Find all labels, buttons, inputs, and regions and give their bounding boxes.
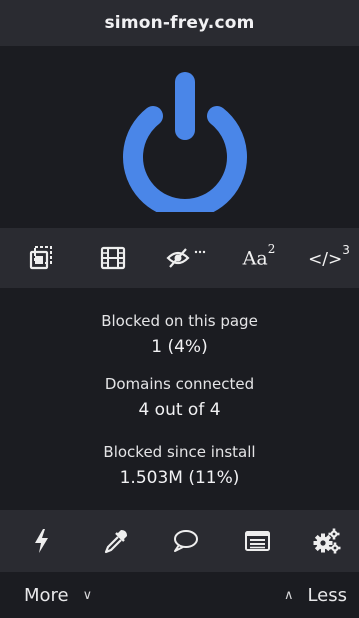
more-button[interactable]: More ∨ bbox=[24, 572, 92, 618]
javascript-code-icon: </>3 bbox=[308, 242, 350, 270]
per-site-toolbar: Aa2 </>3 bbox=[0, 228, 359, 288]
tools-bar bbox=[0, 510, 359, 572]
site-domain: simon-frey.com bbox=[104, 13, 255, 33]
media-film-icon bbox=[100, 246, 126, 270]
lightning-icon bbox=[35, 529, 48, 553]
less-button[interactable]: ∧ Less bbox=[284, 572, 347, 618]
cosmetic-filter-toggle[interactable] bbox=[158, 228, 218, 288]
logger-list-icon bbox=[245, 531, 270, 551]
site-domain-header: simon-frey.com bbox=[0, 0, 359, 46]
settings-gears-icon bbox=[313, 528, 341, 554]
popup-blocker-toggle[interactable] bbox=[11, 228, 71, 288]
speech-bubble-icon bbox=[174, 530, 198, 552]
power-icon bbox=[123, 72, 247, 219]
blocked-install-label: Blocked since install bbox=[103, 443, 256, 461]
logger-button[interactable] bbox=[227, 510, 287, 572]
popup-blocker-icon bbox=[29, 246, 52, 270]
chevron-down-icon: ∨ bbox=[82, 587, 93, 603]
blocked-page-label: Blocked on this page bbox=[101, 312, 258, 330]
footer-bar: More ∨ ∧ Less bbox=[0, 572, 359, 618]
report-issue-button[interactable] bbox=[155, 510, 215, 572]
javascript-toggle[interactable]: </>3 bbox=[299, 228, 359, 288]
blocked-install-value: 1.503M (11%) bbox=[119, 468, 240, 488]
eyedropper-icon bbox=[104, 530, 127, 554]
ublock-popup-panel: simon-frey.com Aa2 </>3 Blocked on this … bbox=[0, 0, 359, 618]
stats-section: Blocked on this page 1 (4%) Domains conn… bbox=[0, 288, 359, 510]
media-blocker-toggle[interactable] bbox=[83, 228, 143, 288]
cosmetic-filter-eye-icon bbox=[166, 248, 206, 268]
domains-connected-label: Domains connected bbox=[104, 375, 255, 393]
power-button[interactable] bbox=[111, 64, 259, 219]
element-picker-button[interactable] bbox=[86, 510, 146, 572]
more-label: More bbox=[24, 584, 69, 606]
power-area bbox=[0, 46, 359, 228]
remote-fonts-icon: Aa2 bbox=[242, 242, 276, 270]
zapper-button[interactable] bbox=[12, 510, 72, 572]
less-label: Less bbox=[307, 584, 347, 606]
domains-connected-value: 4 out of 4 bbox=[138, 400, 221, 420]
chevron-up-icon: ∧ bbox=[283, 587, 294, 603]
blocked-page-value: 1 (4%) bbox=[151, 337, 208, 357]
dashboard-settings-button[interactable] bbox=[297, 510, 357, 572]
remote-fonts-toggle[interactable]: Aa2 bbox=[229, 228, 289, 288]
